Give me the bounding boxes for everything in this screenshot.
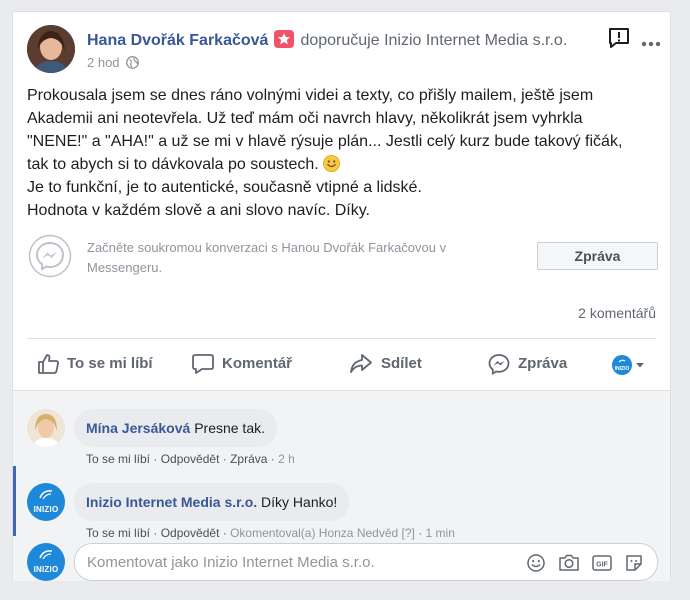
sticker-icon[interactable] (624, 553, 644, 578)
post-time[interactable]: 2 hod (87, 55, 120, 70)
svg-text:GIF: GIF (596, 562, 608, 569)
comment-count[interactable]: 2 komentářů (578, 305, 656, 321)
commenter-avatar[interactable] (27, 409, 65, 447)
more-options-icon[interactable] (641, 34, 661, 52)
page-avatar-label: INIZIO (33, 505, 59, 514)
svg-text:INIZIO: INIZIO (615, 366, 630, 372)
comment-label: Komentář (222, 355, 293, 372)
composer-avatar-label: INIZIO (33, 565, 59, 574)
recommends-text: doporučuje (300, 32, 380, 49)
globe-icon[interactable] (126, 56, 140, 72)
comment-bubble: Inizio Internet Media s.r.o. Díky Hanko! (74, 483, 350, 521)
messenger-prompt: Začněte soukromou konverzaci s Hanou Dvo… (87, 240, 447, 275)
messenger-icon (28, 234, 72, 283)
highlight-bar (13, 466, 16, 536)
post-line: Akademii ani neotevřela. Už teď mám oči … (27, 110, 583, 127)
comment-input[interactable] (87, 544, 507, 580)
like-label: To se mi líbí (67, 355, 153, 372)
comment-reply-link[interactable]: Odpovědět (161, 452, 220, 466)
gif-icon[interactable]: GIF (591, 553, 613, 578)
comment-meta: To se mi líbí · Odpovědět · Zpráva · 2 h (86, 452, 295, 466)
post-card: Hana Dvořák Farkačová doporučuje Inizio I… (12, 11, 671, 581)
report-icon[interactable] (607, 26, 631, 55)
post-as-page-selector[interactable]: INIZIO (611, 354, 651, 376)
post-line: "NENE!" a "AHA!" a už se mi v hlavě rýsu… (27, 133, 623, 150)
camera-icon[interactable] (558, 553, 580, 578)
comment-reply-link[interactable]: Odpovědět (161, 526, 220, 540)
comment-like-link[interactable]: To se mi líbí (86, 452, 150, 466)
comment-meta: To se mi líbí · Odpovědět · Okomentoval(… (86, 526, 455, 540)
comment-text: Presne tak. (194, 420, 266, 436)
recommended-page[interactable]: Inizio Internet Media s.r.o. (384, 32, 567, 49)
share-label: Sdílet (381, 355, 422, 372)
message-label: Zpráva (518, 355, 568, 372)
post-line: tak to abych si to dávkovala po soustech… (27, 156, 319, 173)
smiley-emoji-icon (323, 155, 341, 172)
author-name[interactable]: Hana Dvořák Farkačová (87, 32, 268, 49)
author-avatar[interactable] (27, 25, 75, 73)
commented-by[interactable]: Okomentoval(a) Honza Nedvěd (230, 526, 398, 540)
post-line: Je to funkční, je to autentické, současn… (27, 179, 422, 196)
send-message-button[interactable]: Zpráva (537, 242, 658, 270)
post-line: Prokousala jsem se dnes ráno volnými vid… (27, 87, 594, 104)
comment-like-link[interactable]: To se mi líbí (86, 526, 150, 540)
page-avatar[interactable]: INIZIO (27, 483, 65, 521)
action-bar: To se mi líbí Komentář Sdílet Zpráva INI… (27, 348, 658, 380)
emoji-icon[interactable] (526, 553, 546, 578)
post-header: Hana Dvořák Farkačová doporučuje Inizio I… (87, 30, 567, 50)
comment-message-link[interactable]: Zpráva (230, 452, 267, 466)
post-line: Hodnota v každém slově a ani slovo navíc… (27, 202, 370, 219)
comment-text: Díky Hanko! (261, 494, 338, 510)
comment-bubble: Mína Jersáková Presne tak. (74, 409, 278, 447)
comment-author[interactable]: Inizio Internet Media s.r.o. (86, 494, 257, 510)
comments-section: Mína Jersáková Presne tak. To se mi líbí… (13, 390, 670, 581)
comment-time[interactable]: 2 h (278, 452, 295, 466)
help-link[interactable]: [?] (402, 526, 415, 540)
divider (27, 338, 656, 339)
post-meta: 2 hod (87, 55, 140, 72)
post-body: Prokousala jsem se dnes ráno volnými vid… (27, 84, 662, 222)
post-line-with-emoji: tak to abych si to dávkovala po soustech… (27, 153, 662, 176)
recommends-icon (274, 30, 295, 48)
comment-composer: GIF (74, 543, 658, 581)
comment-author[interactable]: Mína Jersáková (86, 420, 190, 436)
composer-avatar[interactable]: INIZIO (27, 543, 65, 581)
comment-time[interactable]: 1 min (426, 526, 455, 540)
